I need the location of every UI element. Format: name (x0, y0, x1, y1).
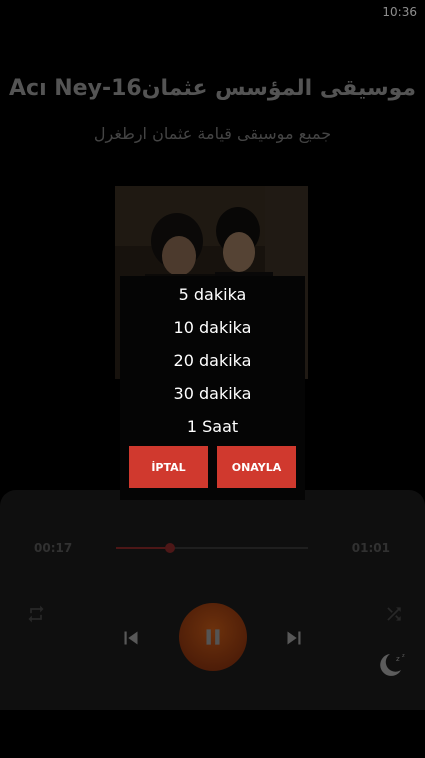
sleep-timer-dialog: 5 dakika 10 dakika 20 dakika 30 dakika 1… (120, 276, 305, 500)
option-30-min[interactable]: 30 dakika (120, 384, 305, 403)
option-20-min[interactable]: 20 dakika (120, 351, 305, 370)
confirm-button[interactable]: ONAYLA (217, 446, 296, 488)
option-5-min[interactable]: 5 dakika (120, 285, 305, 304)
option-10-min[interactable]: 10 dakika (120, 318, 305, 337)
option-1-hour[interactable]: 1 Saat (120, 417, 305, 436)
cancel-button[interactable]: İPTAL (129, 446, 208, 488)
